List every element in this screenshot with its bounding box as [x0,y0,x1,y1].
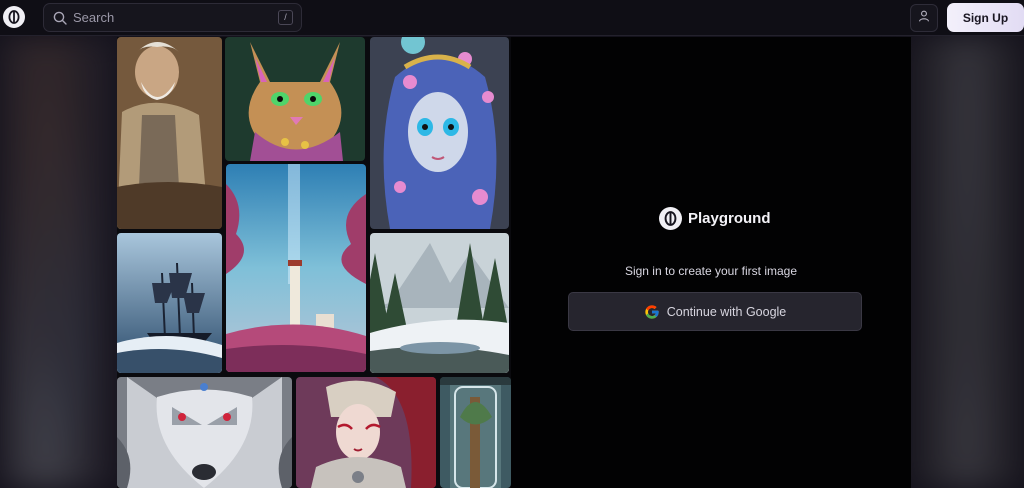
search-bar[interactable]: / [43,3,302,32]
brand-name: Playground [688,210,771,227]
top-navbar: / Sign Up [0,0,1024,36]
blurred-background-left [0,36,117,488]
sign-in-panel: Playground Sign in to create your first … [511,37,911,488]
sign-in-tagline: Sign in to create your first image [624,264,798,278]
continue-with-google-button[interactable]: Continue with Google [568,292,862,331]
gallery-image-snowy-forest[interactable] [370,233,509,373]
playground-logo-icon[interactable] [3,6,25,28]
user-icon [918,9,930,27]
google-icon [644,304,660,320]
gallery-image-robot-woman[interactable] [296,377,436,488]
search-input[interactable] [73,10,263,25]
google-button-label: Continue with Google [666,304,787,319]
gallery-image-silver-wolf[interactable] [117,377,292,488]
gallery-image-old-man[interactable] [117,37,222,229]
gallery-image-jeweled-cat[interactable] [225,37,365,161]
brand: Playground [659,207,771,230]
blurred-background-right [910,36,1024,488]
gallery-image-blue-hair-girl[interactable] [370,37,509,229]
gallery-image-lighthouse[interactable] [226,164,366,372]
search-icon [53,11,67,25]
user-account-button[interactable] [910,4,938,32]
sign-up-button[interactable]: Sign Up [947,3,1024,32]
gallery-image-ship[interactable] [117,233,222,373]
playground-logo-icon [659,207,682,230]
search-shortcut-hint: / [278,10,293,25]
gallery-image-glass-tree[interactable] [440,377,511,488]
image-gallery [117,37,511,488]
